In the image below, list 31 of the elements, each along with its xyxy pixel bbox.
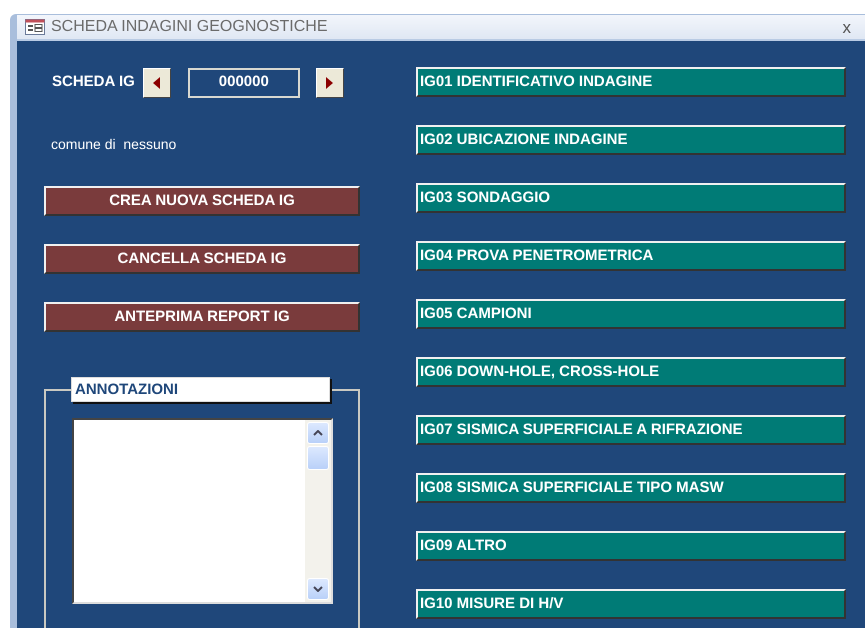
record-number-field[interactable]: 000000 — [188, 68, 300, 98]
notes-label: ANNOTAZIONI — [71, 377, 330, 402]
section-button[interactable]: IG10 MISURE DI H/V — [416, 589, 846, 619]
form-icon — [25, 19, 45, 35]
record-label: SCHEDA IG — [52, 72, 135, 92]
section-button[interactable]: IG08 SISMICA SUPERFICIALE TIPO MASW — [416, 473, 846, 503]
section-button[interactable]: IG09 ALTRO — [416, 531, 846, 561]
section-button[interactable]: IG02 UBICAZIONE INDAGINE — [416, 125, 846, 155]
action-button[interactable]: CREA NUOVA SCHEDA IG — [44, 186, 360, 216]
scroll-up-button[interactable] — [307, 422, 329, 444]
action-button[interactable]: CANCELLA SCHEDA IG — [44, 244, 360, 274]
next-record-button[interactable] — [316, 68, 344, 98]
comune-text: comune di nessuno — [51, 135, 178, 154]
section-button[interactable]: IG06 DOWN-HOLE, CROSS-HOLE — [416, 357, 846, 387]
close-button[interactable]: x — [838, 18, 855, 36]
chevron-down-icon — [313, 586, 323, 592]
action-button[interactable]: ANTEPRIMA REPORT IG — [44, 302, 360, 332]
section-button[interactable]: IG01 IDENTIFICATIVO INDAGINE — [416, 67, 846, 97]
window-title: SCHEDA INDAGINI GEOGNOSTICHE — [51, 17, 328, 37]
scrollbar-thumb[interactable] — [307, 446, 329, 470]
previous-record-button[interactable] — [142, 68, 171, 98]
left-triangle-icon — [153, 76, 160, 88]
section-button[interactable]: IG07 SISMICA SUPERFICIALE A RIFRAZIONE — [416, 415, 846, 445]
chevron-up-icon — [313, 430, 323, 436]
section-button[interactable]: IG04 PROVA PENETROMETRICA — [416, 241, 846, 271]
scrollbar[interactable] — [305, 420, 331, 602]
notes-field[interactable] — [72, 418, 333, 604]
right-triangle-icon — [326, 76, 334, 88]
scroll-down-button[interactable] — [307, 578, 329, 600]
section-button[interactable]: IG03 SONDAGGIO — [416, 183, 846, 213]
section-button[interactable]: IG05 CAMPIONI — [416, 299, 846, 329]
